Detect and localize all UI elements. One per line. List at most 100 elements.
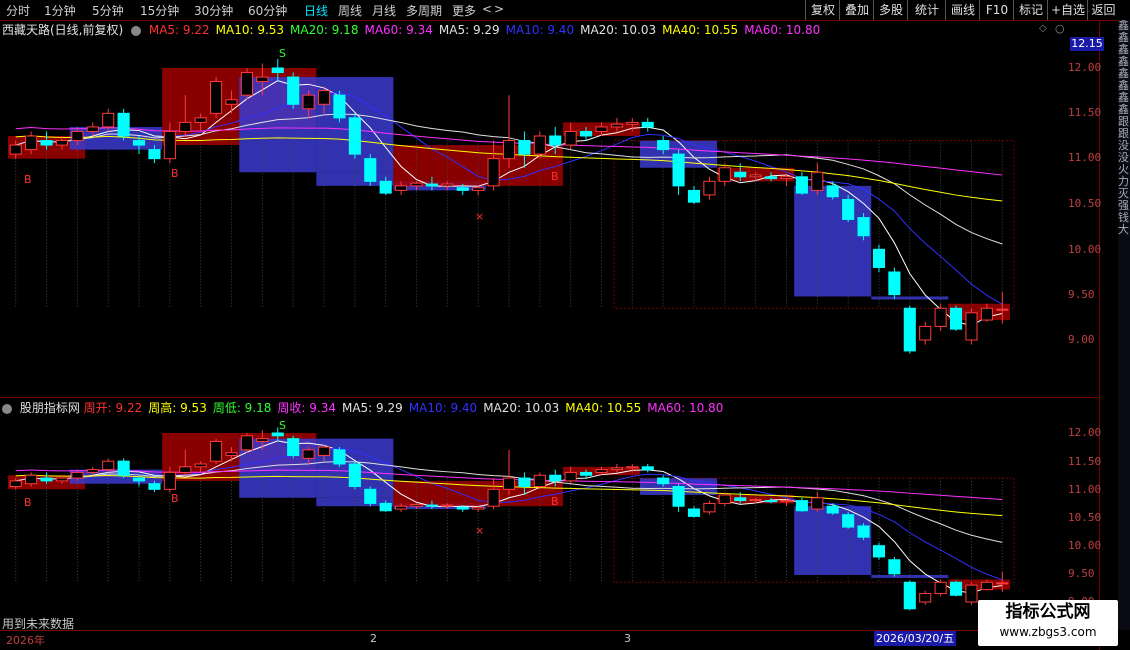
main-candle-body xyxy=(765,176,778,180)
sub-candle-body xyxy=(132,477,146,482)
main-candle-body xyxy=(919,325,932,341)
sub-candle-body xyxy=(348,463,361,488)
current-date-label: 2026/03/20/五 xyxy=(874,631,957,646)
main-candle-body xyxy=(502,140,516,160)
overlay-button[interactable]: 叠加 xyxy=(839,0,874,20)
main-candle-body xyxy=(610,123,623,128)
y-label-sub: 10.50 xyxy=(1068,511,1102,524)
tab-more[interactable]: 更多 xyxy=(452,2,476,19)
sub-candle-body xyxy=(456,506,469,510)
draw-line-button[interactable]: 画线 xyxy=(945,0,980,20)
main-candle-body xyxy=(317,90,331,105)
main-buy-signal-2: B xyxy=(171,167,179,180)
main-candle-body xyxy=(888,271,901,296)
mark-button[interactable]: 标记 xyxy=(1013,0,1048,20)
sub-candle-body xyxy=(919,593,932,603)
sub-candle-body xyxy=(55,477,69,482)
tab-weekly[interactable]: 周线 xyxy=(338,2,362,19)
main-candle-body xyxy=(872,248,886,268)
main-candle-body xyxy=(564,130,577,146)
main-candle-body xyxy=(225,99,238,105)
sub-candle-body xyxy=(425,504,438,507)
candlestick-chart[interactable]: S B B B × S B B B × xyxy=(0,20,1100,630)
main-candle-body xyxy=(379,180,392,194)
main-candle-body xyxy=(518,140,531,155)
tab-60min[interactable]: 60分钟 xyxy=(248,2,287,19)
back-button[interactable]: 返回 xyxy=(1087,0,1119,20)
main-candle-body xyxy=(980,307,993,321)
main-candle-body xyxy=(256,76,269,83)
current-price-badge: 12.15 xyxy=(1070,37,1104,51)
sub-candle-body xyxy=(256,438,269,442)
tab-30min[interactable]: 30分钟 xyxy=(194,2,233,19)
sub-candle-body xyxy=(441,504,454,507)
main-candle-body xyxy=(287,76,300,105)
tab-15min[interactable]: 15分钟 xyxy=(140,2,179,19)
tab-multi-period[interactable]: 多周期 xyxy=(406,2,442,19)
arrow-right-icon[interactable]: > xyxy=(494,2,504,16)
restore-rights-button[interactable]: 复权 xyxy=(805,0,840,20)
arrow-left-icon[interactable]: < xyxy=(482,2,492,16)
watermark-title: 指标公式网 xyxy=(1005,602,1091,622)
f10-button[interactable]: F10 xyxy=(979,0,1014,20)
main-candle-body xyxy=(333,94,346,119)
sub-candle-body xyxy=(672,486,685,507)
tab-daily[interactable]: 日线 xyxy=(304,2,328,19)
main-candle-body xyxy=(364,158,377,182)
right-info-strip[interactable]: 鑫鑫鑫鑫鑫鑫鑫鑫跟跟没没火力灭强钱大 xyxy=(1118,20,1130,630)
tab-monthly[interactable]: 月线 xyxy=(372,2,396,19)
y-label-sub: 10.00 xyxy=(1068,539,1102,552)
main-buy-signal-1: B xyxy=(24,173,32,186)
sub-candle-body xyxy=(271,432,284,437)
sub-candle-body xyxy=(518,477,531,488)
sub-candle-body xyxy=(872,545,886,558)
right-strip-text: 鑫鑫鑫鑫鑫鑫鑫鑫跟跟没没火力灭强钱大 xyxy=(1118,20,1129,236)
sub-candle-body xyxy=(826,505,839,514)
sub-candle-body xyxy=(749,498,762,502)
main-candle-body xyxy=(580,130,593,137)
main-candle-body xyxy=(179,121,192,132)
sub-candle-body xyxy=(364,488,377,504)
main-candle-body xyxy=(549,135,562,146)
main-candle-body xyxy=(949,307,963,330)
sub-candle-body xyxy=(595,469,608,473)
sub-candle-body xyxy=(857,525,870,538)
sub-buy-signal-2: B xyxy=(171,492,179,505)
main-buy-signal-3: B xyxy=(551,170,559,183)
main-candle-body xyxy=(626,121,639,125)
main-candle-body xyxy=(595,126,608,132)
main-candle-body xyxy=(271,67,284,74)
main-candle-body xyxy=(857,217,870,237)
statistics-button[interactable]: 统计 xyxy=(907,0,946,20)
tab-5min[interactable]: 5分钟 xyxy=(92,2,124,19)
sub-buy-signal-3: B xyxy=(551,495,559,508)
sub-candle-body xyxy=(687,508,701,517)
main-candle-body xyxy=(302,94,315,110)
tab-1min[interactable]: 1分钟 xyxy=(44,2,76,19)
future-data-note: 用到未来数据 xyxy=(2,617,75,631)
main-candle-body xyxy=(657,140,670,151)
main-candle-body xyxy=(456,187,469,191)
sub-candle-body xyxy=(610,467,623,471)
sub-week-box xyxy=(393,480,486,507)
sub-candle-body xyxy=(795,500,808,512)
main-candle-body xyxy=(210,81,223,114)
main-candle-body xyxy=(163,130,176,160)
y-label-sub: 9.50 xyxy=(1068,567,1095,580)
main-candle-body xyxy=(9,144,22,155)
sub-candle-body xyxy=(472,506,485,510)
sub-candle-body xyxy=(657,477,670,485)
sub-candle-body xyxy=(71,471,84,479)
sub-candle-body xyxy=(194,463,207,468)
top-toolbar: 分时 1分钟 5分钟 15分钟 30分钟 60分钟 日线 周线 月线 多周期 更… xyxy=(0,0,1130,21)
main-candle-body xyxy=(194,117,207,123)
y-label-main: 11.00 xyxy=(1068,151,1102,164)
y-label-sub: 11.00 xyxy=(1068,483,1102,496)
main-candle-body xyxy=(472,187,485,191)
tab-timeshare[interactable]: 分时 xyxy=(6,2,30,19)
add-watchlist-button[interactable]: +自选 xyxy=(1047,0,1088,20)
main-candle-body xyxy=(687,189,701,203)
multi-stock-button[interactable]: 多股 xyxy=(873,0,908,20)
y-label-main: 9.50 xyxy=(1068,288,1095,301)
main-candle-body xyxy=(117,112,130,137)
